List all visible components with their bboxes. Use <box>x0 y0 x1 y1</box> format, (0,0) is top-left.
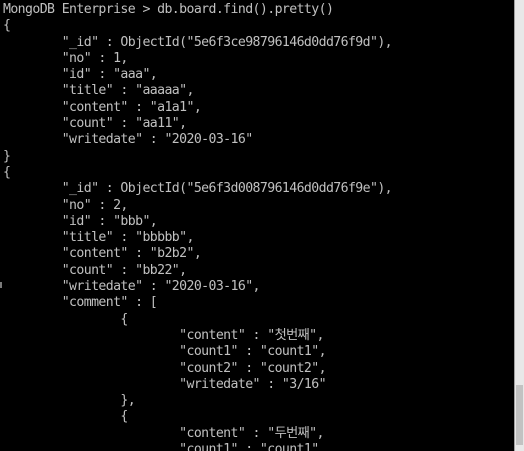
prompt-line: MongoDB Enterprise > db.board.find().pre… <box>3 2 334 17</box>
output-line: { <box>3 409 128 425</box>
output-line: { <box>3 311 128 327</box>
output-line: "writedate" : "3/16" <box>3 376 326 392</box>
output-line: "content" : "첫번째", <box>3 327 324 343</box>
output-line: "title" : "bbbbb", <box>3 230 195 246</box>
output-line: "no" : 1, <box>3 50 129 66</box>
output-line: "id" : "bbb", <box>3 213 158 229</box>
output-line: "content" : "a1a1", <box>3 99 202 115</box>
output-line: { <box>3 18 11 34</box>
output-line: "id" : "aaa", <box>3 67 158 83</box>
scroll-marker <box>0 282 2 288</box>
output-line: "content" : "두번째", <box>3 425 324 441</box>
output-lines: MongoDB Enterprise > db.board.find().pre… <box>3 2 393 451</box>
output-line: "comment" : [ <box>3 295 158 311</box>
output-line: "count1" : "count1", <box>3 442 326 451</box>
output-line: } <box>3 148 11 164</box>
output-line: "content" : "b2b2", <box>3 246 202 262</box>
output-line: "count" : "aa11", <box>3 116 187 132</box>
output-line: "writedate" : "2020-03-16" <box>3 132 253 148</box>
output-line: "count" : "bb22", <box>3 262 187 278</box>
output-line: "_id" : ObjectId("5e6f3d008796146d0dd76f… <box>3 181 393 197</box>
output-line: "writedate" : "2020-03-16", <box>3 279 261 295</box>
output-line: "count1" : "count1", <box>3 344 326 360</box>
scrollbar-thumb[interactable] <box>516 385 523 445</box>
output-line: "_id" : ObjectId("5e6f3ce98796146d0dd76f… <box>3 34 393 50</box>
vertical-scrollbar[interactable] <box>514 0 524 451</box>
output-line: "title" : "aaaaa", <box>3 83 195 99</box>
terminal-output[interactable]: MongoDB Enterprise > db.board.find().pre… <box>0 0 515 451</box>
output-line: "no" : 2, <box>3 197 129 213</box>
output-line: "count2" : "count2", <box>3 360 326 376</box>
output-line: { <box>3 164 11 180</box>
output-line: }, <box>3 393 136 409</box>
